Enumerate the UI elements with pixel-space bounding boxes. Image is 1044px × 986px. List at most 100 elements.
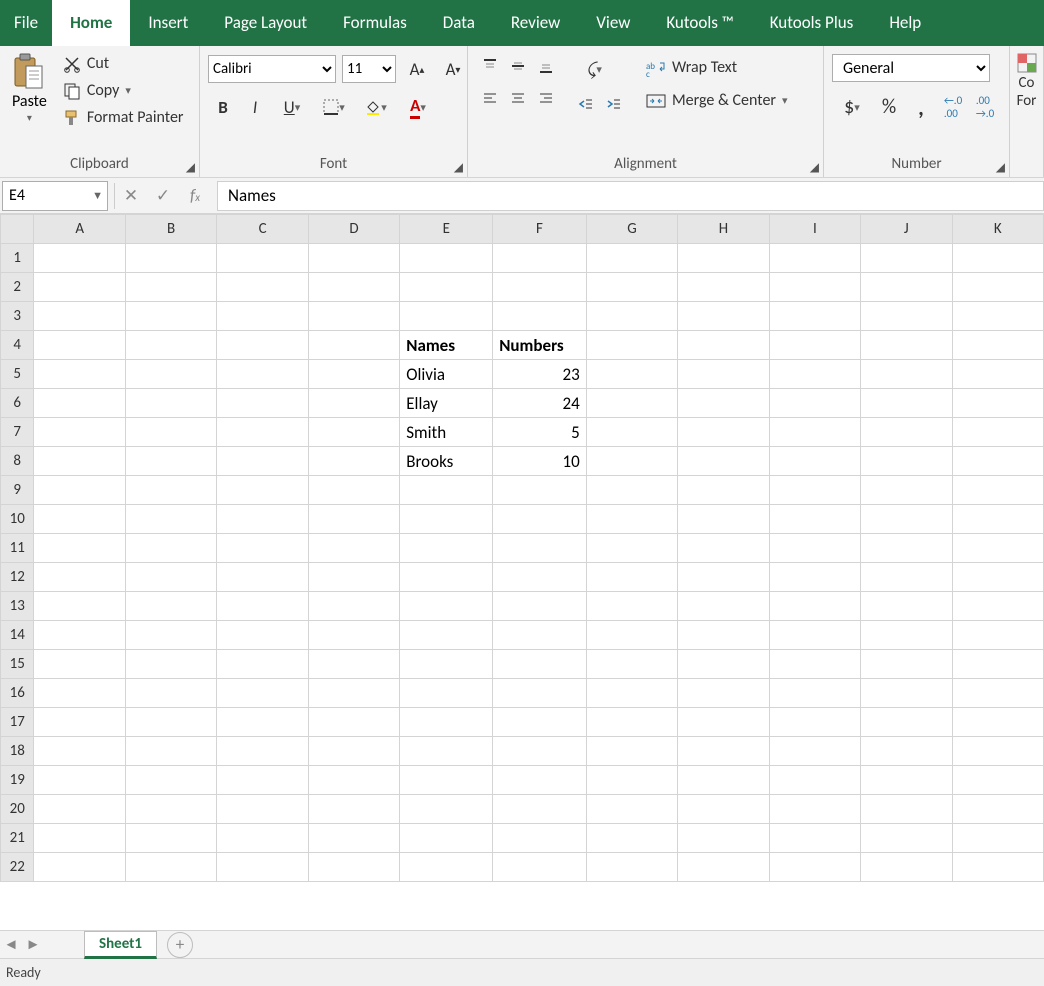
cell-A2[interactable] bbox=[34, 273, 125, 302]
cell-E3[interactable] bbox=[400, 302, 493, 331]
cell-J22[interactable] bbox=[861, 853, 952, 882]
cell-K13[interactable] bbox=[952, 592, 1043, 621]
font-color-button[interactable]: A bbox=[398, 92, 438, 122]
cell-C17[interactable] bbox=[217, 708, 308, 737]
row-header-16[interactable]: 16 bbox=[1, 679, 34, 708]
cell-K2[interactable] bbox=[952, 273, 1043, 302]
tab-view[interactable]: View bbox=[578, 0, 648, 46]
cell-E16[interactable] bbox=[400, 679, 493, 708]
cell-C1[interactable] bbox=[217, 244, 308, 273]
wrap-text-button[interactable]: abc Wrap Text bbox=[640, 54, 794, 81]
cell-A16[interactable] bbox=[34, 679, 125, 708]
cell-E8[interactable]: Brooks bbox=[400, 447, 493, 476]
cell-A10[interactable] bbox=[34, 505, 125, 534]
cell-H18[interactable] bbox=[678, 737, 769, 766]
cell-G8[interactable] bbox=[586, 447, 677, 476]
row-header-1[interactable]: 1 bbox=[1, 244, 34, 273]
cell-J6[interactable] bbox=[861, 389, 952, 418]
tab-file[interactable]: File bbox=[0, 0, 52, 46]
cell-G12[interactable] bbox=[586, 563, 677, 592]
alignment-launcher-icon[interactable]: ◢ bbox=[810, 160, 819, 175]
cell-A12[interactable] bbox=[34, 563, 125, 592]
cell-D19[interactable] bbox=[308, 766, 399, 795]
row-header-14[interactable]: 14 bbox=[1, 621, 34, 650]
italic-button[interactable]: I bbox=[240, 92, 270, 122]
cell-A9[interactable] bbox=[34, 476, 125, 505]
cell-K14[interactable] bbox=[952, 621, 1043, 650]
cell-A13[interactable] bbox=[34, 592, 125, 621]
cell-K5[interactable] bbox=[952, 360, 1043, 389]
cell-I3[interactable] bbox=[769, 302, 860, 331]
cell-G5[interactable] bbox=[586, 360, 677, 389]
cell-H9[interactable] bbox=[678, 476, 769, 505]
format-painter-button[interactable]: Format Painter bbox=[57, 104, 190, 131]
underline-button[interactable]: U bbox=[272, 92, 312, 122]
cell-K6[interactable] bbox=[952, 389, 1043, 418]
cell-C4[interactable] bbox=[217, 331, 308, 360]
cell-F17[interactable] bbox=[493, 708, 586, 737]
formula-input[interactable]: Names bbox=[217, 181, 1044, 211]
cell-C18[interactable] bbox=[217, 737, 308, 766]
cell-I5[interactable] bbox=[769, 360, 860, 389]
formula-cancel-button[interactable]: ✕ bbox=[115, 185, 147, 206]
tab-insert[interactable]: Insert bbox=[130, 0, 206, 46]
cell-D8[interactable] bbox=[308, 447, 399, 476]
cell-D15[interactable] bbox=[308, 650, 399, 679]
cell-H8[interactable] bbox=[678, 447, 769, 476]
cell-I9[interactable] bbox=[769, 476, 860, 505]
decrease-indent-button[interactable] bbox=[572, 92, 600, 116]
font-size-select[interactable]: 11 bbox=[342, 55, 396, 83]
sheet-nav-next[interactable]: ► bbox=[22, 936, 44, 954]
row-header-12[interactable]: 12 bbox=[1, 563, 34, 592]
cell-J1[interactable] bbox=[861, 244, 952, 273]
cell-D17[interactable] bbox=[308, 708, 399, 737]
cell-K12[interactable] bbox=[952, 563, 1043, 592]
sheet-tab-sheet1[interactable]: Sheet1 bbox=[84, 931, 157, 959]
cell-H17[interactable] bbox=[678, 708, 769, 737]
column-header-E[interactable]: E bbox=[400, 215, 493, 244]
cell-H4[interactable] bbox=[678, 331, 769, 360]
cell-B6[interactable] bbox=[125, 389, 216, 418]
row-header-20[interactable]: 20 bbox=[1, 795, 34, 824]
column-header-D[interactable]: D bbox=[308, 215, 399, 244]
cell-G3[interactable] bbox=[586, 302, 677, 331]
cell-C2[interactable] bbox=[217, 273, 308, 302]
row-header-9[interactable]: 9 bbox=[1, 476, 34, 505]
cell-E11[interactable] bbox=[400, 534, 493, 563]
cell-G15[interactable] bbox=[586, 650, 677, 679]
row-header-11[interactable]: 11 bbox=[1, 534, 34, 563]
tab-kutools-plus[interactable]: Kutools Plus bbox=[752, 0, 872, 46]
cell-G20[interactable] bbox=[586, 795, 677, 824]
cell-G14[interactable] bbox=[586, 621, 677, 650]
cell-J12[interactable] bbox=[861, 563, 952, 592]
cell-B13[interactable] bbox=[125, 592, 216, 621]
cell-F11[interactable] bbox=[493, 534, 586, 563]
cell-K21[interactable] bbox=[952, 824, 1043, 853]
select-all-corner[interactable] bbox=[1, 215, 34, 244]
cell-B19[interactable] bbox=[125, 766, 216, 795]
row-header-2[interactable]: 2 bbox=[1, 273, 34, 302]
cell-K17[interactable] bbox=[952, 708, 1043, 737]
cell-C6[interactable] bbox=[217, 389, 308, 418]
cell-C19[interactable] bbox=[217, 766, 308, 795]
cell-E13[interactable] bbox=[400, 592, 493, 621]
cell-J3[interactable] bbox=[861, 302, 952, 331]
cell-E12[interactable] bbox=[400, 563, 493, 592]
cell-H7[interactable] bbox=[678, 418, 769, 447]
cell-B5[interactable] bbox=[125, 360, 216, 389]
cell-H15[interactable] bbox=[678, 650, 769, 679]
number-format-select[interactable]: General bbox=[832, 54, 990, 82]
align-middle-button[interactable] bbox=[504, 54, 532, 78]
cell-K10[interactable] bbox=[952, 505, 1043, 534]
cell-J11[interactable] bbox=[861, 534, 952, 563]
cell-E21[interactable] bbox=[400, 824, 493, 853]
cell-A11[interactable] bbox=[34, 534, 125, 563]
cell-G17[interactable] bbox=[586, 708, 677, 737]
cell-K4[interactable] bbox=[952, 331, 1043, 360]
cell-B12[interactable] bbox=[125, 563, 216, 592]
cell-H5[interactable] bbox=[678, 360, 769, 389]
cell-I2[interactable] bbox=[769, 273, 860, 302]
cell-F8[interactable]: 10 bbox=[493, 447, 586, 476]
tab-formulas[interactable]: Formulas bbox=[325, 0, 425, 46]
cell-I8[interactable] bbox=[769, 447, 860, 476]
